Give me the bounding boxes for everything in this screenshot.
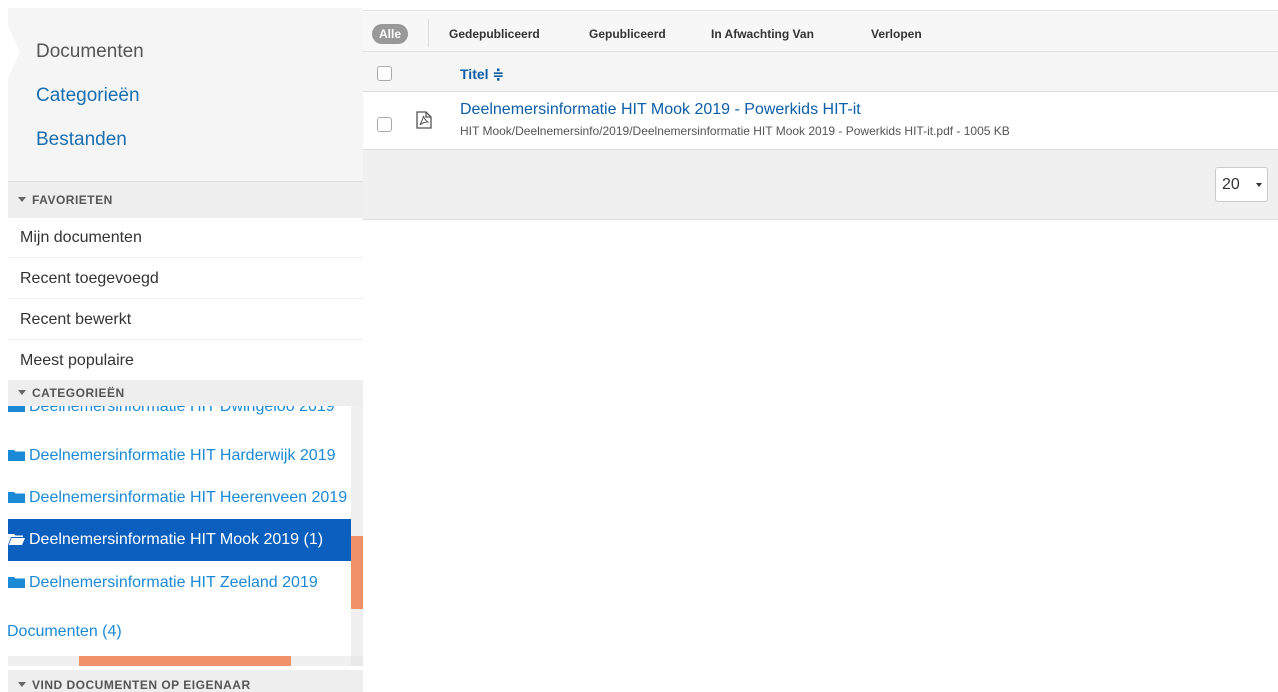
- page-size-select[interactable]: 20: [1215, 167, 1268, 202]
- owner-heading[interactable]: VIND DOCUMENTEN OP EIGENAAR: [8, 670, 363, 692]
- category-documents-link[interactable]: Documenten (4): [7, 622, 122, 642]
- categories-scroll-area: Deelnemersinformatie HIT Dwingeloo 2019 …: [0, 406, 351, 660]
- dropdown-arrow-icon: [1256, 183, 1262, 187]
- table-header: Titel ≑: [363, 52, 1278, 92]
- document-title-link[interactable]: Deelnemersinformatie HIT Mook 2019 - Pow…: [460, 101, 861, 119]
- collapse-triangle-icon: [18, 197, 26, 202]
- categories-panel: Deelnemersinformatie HIT Dwingeloo 2019 …: [0, 406, 363, 666]
- category-item[interactable]: Deelnemersinformatie HIT Harderwijk 2019: [8, 435, 351, 477]
- collapse-triangle-icon: [18, 390, 26, 395]
- categories-heading[interactable]: CATEGORIEËN: [8, 380, 363, 406]
- filter-divider: [428, 19, 429, 47]
- folder-icon: [8, 406, 25, 412]
- title-column-sort[interactable]: Titel ≑: [460, 66, 504, 83]
- document-meta: HIT Mook/Deelnemersinfo/2019/Deelnemersi…: [460, 124, 1010, 138]
- filter-unpublished[interactable]: Gedepubliceerd: [449, 27, 540, 41]
- scrollbar-corner: [351, 656, 363, 666]
- main-content: Alle Gedepubliceerd Gepubliceerd In Afwa…: [363, 0, 1278, 692]
- nav-documenten[interactable]: Documenten: [36, 41, 144, 63]
- horizontal-scrollbar-thumb[interactable]: [79, 656, 291, 666]
- folder-icon: [8, 449, 25, 461]
- favorite-item[interactable]: Mijn documenten: [8, 217, 363, 258]
- filter-pending[interactable]: In Afwachting Van: [711, 27, 814, 41]
- category-item[interactable]: Deelnemersinformatie HIT Dwingeloo 2019: [8, 406, 351, 428]
- folder-open-icon: [8, 533, 25, 545]
- row-checkbox[interactable]: [377, 117, 392, 132]
- sidebar: Documenten Categorieën Bestanden FAVORIE…: [0, 0, 363, 692]
- category-item[interactable]: Deelnemersinformatie HIT Zeeland 2019: [8, 562, 351, 604]
- category-item[interactable]: Deelnemersinformatie HIT Heerenveen 2019: [8, 477, 351, 519]
- filter-all[interactable]: Alle: [372, 24, 409, 44]
- favorite-item[interactable]: Meest populaire: [8, 340, 363, 381]
- status-filter-bar: Alle Gedepubliceerd Gepubliceerd In Afwa…: [363, 10, 1278, 52]
- table-footer: 20: [363, 150, 1278, 220]
- favorites-heading[interactable]: FAVORIETEN: [8, 182, 363, 218]
- active-indicator: [8, 26, 20, 78]
- nav-bestanden[interactable]: Bestanden: [36, 129, 127, 151]
- collapse-triangle-icon: [18, 682, 26, 687]
- sidebar-nav: Documenten Categorieën Bestanden: [8, 8, 363, 182]
- favorites-list: Mijn documenten Recent toegevoegd Recent…: [8, 217, 363, 381]
- nav-categorieen[interactable]: Categorieën: [36, 85, 140, 107]
- folder-icon: [8, 576, 25, 588]
- favorite-item[interactable]: Recent toegevoegd: [8, 258, 363, 299]
- folder-icon: [8, 491, 25, 503]
- vertical-scrollbar-thumb[interactable]: [351, 536, 363, 609]
- filter-published[interactable]: Gepubliceerd: [589, 27, 666, 41]
- table-row: Deelnemersinformatie HIT Mook 2019 - Pow…: [363, 92, 1278, 150]
- pdf-icon: [416, 111, 432, 129]
- category-item-selected[interactable]: Deelnemersinformatie HIT Mook 2019 (1): [8, 519, 351, 561]
- favorite-item[interactable]: Recent bewerkt: [8, 299, 363, 340]
- vertical-scrollbar[interactable]: [351, 406, 363, 660]
- select-all-checkbox[interactable]: [377, 66, 392, 81]
- horizontal-scrollbar[interactable]: [8, 656, 351, 666]
- filter-expired[interactable]: Verlopen: [871, 27, 922, 41]
